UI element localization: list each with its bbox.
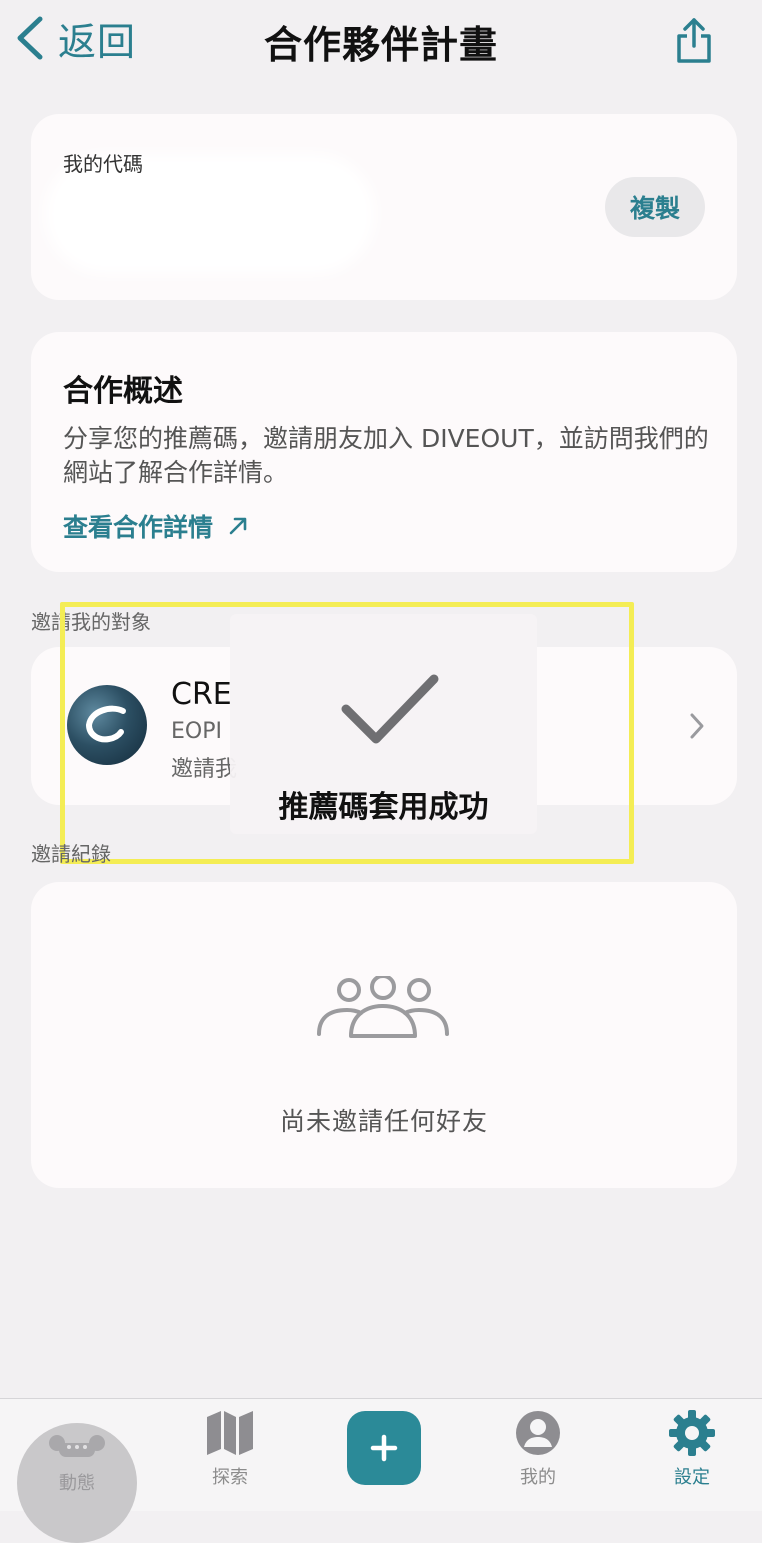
arrow-up-right-icon <box>229 517 247 535</box>
tab-settings[interactable]: 設定 <box>632 1409 752 1489</box>
chevron-right-icon <box>690 713 704 739</box>
inviter-name: CRE <box>171 677 232 712</box>
group-icon <box>317 976 449 1038</box>
inviter-status: 邀請我 <box>171 757 238 782</box>
tab-feed[interactable]: 動態 <box>17 1423 137 1543</box>
chevron-left-icon <box>17 16 43 60</box>
tab-profile-label: 我的 <box>520 1467 556 1488</box>
success-toast: 推薦碼套用成功 <box>230 614 537 834</box>
plus-icon <box>370 1434 398 1462</box>
checkmark-icon <box>341 674 439 744</box>
referral-code-card: 我的代碼 複製 <box>31 114 737 300</box>
copy-button[interactable]: 複製 <box>605 177 705 237</box>
empty-records-text: 尚未邀請任何好友 <box>279 1107 488 1136</box>
view-details-label: 查看合作詳情 <box>63 513 214 542</box>
back-label: 返回 <box>58 19 137 64</box>
add-button[interactable] <box>347 1411 421 1485</box>
gear-icon <box>669 1410 715 1456</box>
view-details-link[interactable]: 查看合作詳情 <box>63 508 249 544</box>
map-icon <box>207 1411 253 1455</box>
person-icon <box>516 1411 560 1455</box>
navigation-header: 返回 合作夥伴計畫 <box>0 0 762 80</box>
share-icon[interactable] <box>674 16 714 64</box>
tab-explore-label: 探索 <box>212 1467 248 1488</box>
feed-icon <box>49 1435 105 1457</box>
overview-description: 分享您的推薦碼，邀請朋友加入 DIVEOUT，並訪問我們的網站了解合作詳情。 <box>63 424 709 487</box>
inviter-subtitle: EOPI <box>171 719 222 744</box>
logo-icon <box>85 705 126 743</box>
inviter-section-label: 邀請我的對象 <box>31 610 151 634</box>
tab-feed-label: 動態 <box>59 1473 95 1494</box>
tab-explore[interactable]: 探索 <box>170 1409 290 1489</box>
overview-card: 合作概述 分享您的推薦碼，邀請朋友加入 DIVEOUT，並訪問我們的網站了解合作… <box>31 332 737 572</box>
inviter-avatar <box>67 685 147 765</box>
tab-settings-label: 設定 <box>674 1467 710 1488</box>
toast-message: 推薦碼套用成功 <box>278 790 489 825</box>
page-title: 合作夥伴計畫 <box>263 23 498 67</box>
referral-code-label: 我的代碼 <box>63 152 143 176</box>
back-button[interactable]: 返回 <box>14 10 136 66</box>
tab-bar: 動態 探索 我的 設定 <box>0 1398 762 1543</box>
tab-profile[interactable]: 我的 <box>478 1409 598 1489</box>
overview-title: 合作概述 <box>63 374 183 409</box>
records-section-label: 邀請紀錄 <box>31 842 111 866</box>
invite-records-card: 尚未邀請任何好友 <box>31 882 737 1188</box>
